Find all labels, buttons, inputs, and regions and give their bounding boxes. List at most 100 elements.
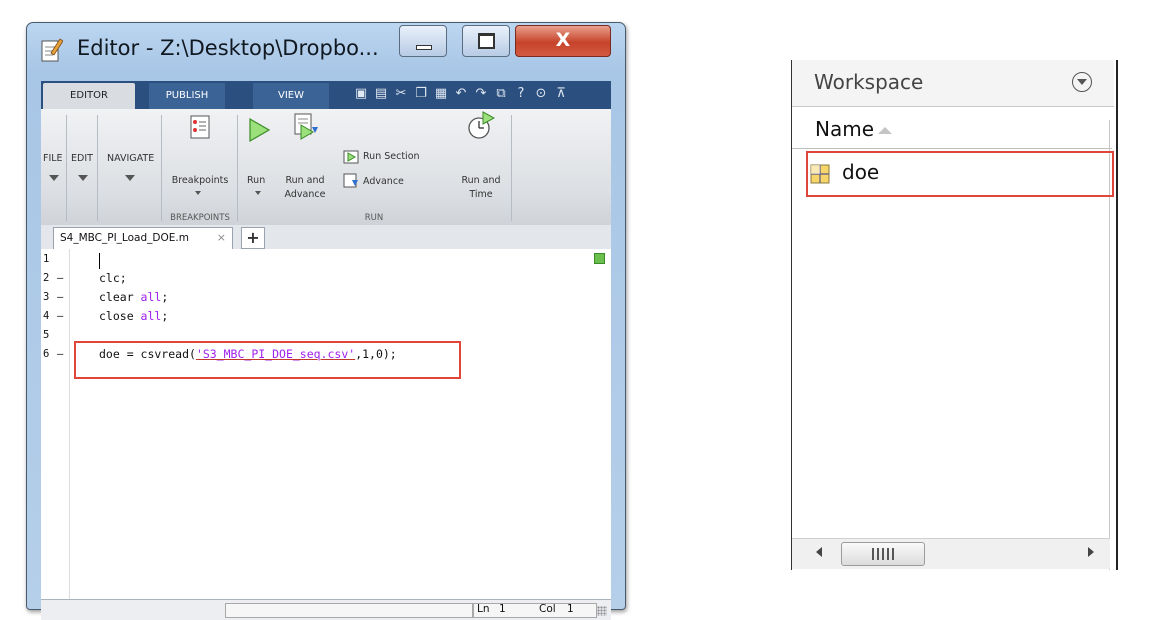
tab-editor[interactable]: EDITOR	[43, 83, 135, 109]
code-text: close	[99, 309, 141, 323]
ribbon-divider	[237, 115, 238, 221]
code-text: ;	[161, 309, 169, 323]
scroll-right-icon[interactable]	[1088, 547, 1094, 557]
file-menu-label[interactable]: FILE	[43, 153, 63, 164]
run-section-button[interactable]: Run Section	[363, 151, 420, 162]
code-text: clc;	[99, 271, 127, 285]
close-tab-icon[interactable]: ×	[217, 231, 226, 244]
run-icon[interactable]	[247, 117, 271, 143]
window-title: Editor - Z:\Desktop\Dropbo...	[77, 36, 379, 60]
header-divider	[792, 148, 1112, 149]
search-docs-icon[interactable]: ⊙	[533, 86, 549, 102]
file-tab-name: S4_MBC_PI_Load_DOE.m	[60, 232, 189, 244]
line-number-gutter: 1 2 – 3 – 4 – 5 6 –	[41, 249, 70, 599]
workspace-panel: Workspace Name doe	[791, 60, 1118, 570]
code-line-2[interactable]: clc;	[99, 271, 127, 285]
run-and-time-icon[interactable]	[467, 111, 495, 141]
new-tab-button[interactable]: +	[241, 227, 265, 249]
chevron-down-icon	[1077, 79, 1087, 85]
tab-publish[interactable]: PUBLISH	[149, 83, 225, 109]
copy-icon[interactable]: ❐	[413, 86, 429, 102]
line-number: 5	[43, 329, 50, 341]
code-line-4[interactable]: close all;	[99, 309, 168, 323]
edit-menu-label[interactable]: EDIT	[71, 153, 93, 164]
horizontal-scrollbar[interactable]	[792, 538, 1110, 569]
cursor-position-field	[473, 603, 597, 618]
file-tab[interactable]: S4_MBC_PI_Load_DOE.m ×	[53, 227, 233, 250]
line-number: 6	[43, 348, 50, 360]
cut-icon[interactable]: ✂	[393, 86, 409, 102]
ribbon-divider	[97, 115, 98, 221]
line-number: 3	[43, 291, 50, 303]
maximize-button[interactable]	[462, 25, 510, 57]
code-text: ;	[161, 290, 169, 304]
text-cursor	[99, 253, 100, 269]
scrollbar-thumb[interactable]	[841, 542, 925, 566]
status-message-field	[225, 603, 473, 618]
run-and-time-line2[interactable]: Time	[459, 189, 503, 200]
scroll-left-icon[interactable]	[816, 547, 822, 557]
sort-ascending-icon	[878, 127, 892, 134]
collapse-toolstrip-icon[interactable]: ⊼	[553, 86, 569, 102]
run-section-icon[interactable]	[343, 149, 359, 165]
line-number: 4	[43, 310, 50, 322]
ribbon-divider	[66, 115, 67, 221]
editor-app-icon	[41, 38, 63, 62]
minimize-button[interactable]	[399, 25, 447, 57]
breakpoint-dash[interactable]: –	[57, 348, 63, 360]
highlight-box	[74, 341, 461, 379]
minimize-icon	[416, 45, 432, 50]
run-dropdown-icon[interactable]	[255, 191, 261, 195]
line-number: 2	[43, 272, 50, 284]
grip-icon	[872, 548, 894, 560]
column-label: Col	[539, 603, 556, 615]
tab-view[interactable]: VIEW	[253, 83, 329, 109]
name-column-header[interactable]: Name	[792, 116, 1114, 148]
redo-icon[interactable]: ↷	[473, 86, 489, 102]
breakpoints-dropdown-icon[interactable]	[195, 191, 201, 195]
close-icon: X	[555, 29, 571, 51]
resize-grip-icon[interactable]	[597, 606, 607, 616]
advance-button[interactable]: Advance	[363, 176, 404, 187]
help-icon[interactable]: ?	[513, 86, 529, 102]
run-section-caption: RUN	[364, 213, 384, 223]
run-and-advance-line1[interactable]: Run and	[283, 175, 327, 186]
title-bar: Editor - Z:\Desktop\Dropbo... X	[27, 23, 625, 75]
breakpoints-section-caption: BREAKPOINTS	[170, 213, 230, 223]
undo-icon[interactable]: ↶	[453, 86, 469, 102]
breakpoint-dash[interactable]: –	[57, 291, 63, 303]
breakpoints-button[interactable]: Breakpoints	[169, 175, 231, 186]
paste-icon[interactable]: ▦	[433, 86, 449, 102]
switch-windows-icon[interactable]: ⧉	[493, 86, 509, 102]
status-bar: Ln 1 Col 1	[41, 599, 611, 620]
run-and-advance-icon[interactable]	[293, 113, 319, 141]
file-tab-bar: S4_MBC_PI_Load_DOE.m × +	[41, 225, 611, 250]
code-analyzer-status-icon[interactable]	[594, 253, 605, 264]
editor-window: Editor - Z:\Desktop\Dropbo... X EDITOR P…	[26, 22, 626, 620]
workspace-actions-icon[interactable]	[1072, 72, 1092, 92]
line-label: Ln	[477, 603, 490, 615]
breakpoint-dash[interactable]: –	[57, 310, 63, 322]
run-and-time-line1[interactable]: Run and	[459, 175, 503, 186]
breakpoints-icon[interactable]	[189, 115, 211, 139]
navigate-menu-label[interactable]: NAVIGATE	[107, 153, 154, 164]
close-button[interactable]: X	[515, 25, 611, 57]
line-value: 1	[499, 603, 506, 615]
breakpoint-dash[interactable]: –	[57, 272, 63, 284]
code-keyword: all	[140, 290, 162, 304]
ribbon-divider	[161, 115, 162, 221]
toolstrip-tabs: EDITOR PUBLISH VIEW ▣ ▤ ✂ ❐ ▦ ↶ ↷ ⧉ ? ⊙ …	[41, 81, 611, 109]
edit-dropdown-icon[interactable]	[78, 175, 88, 181]
new-script-icon[interactable]: ▣	[353, 86, 369, 102]
ribbon-divider	[511, 115, 512, 221]
advance-icon[interactable]	[343, 173, 359, 189]
column-value: 1	[567, 603, 574, 615]
file-dropdown-icon[interactable]	[49, 175, 59, 181]
run-and-advance-line2[interactable]: Advance	[283, 189, 327, 200]
run-button[interactable]: Run	[247, 175, 265, 186]
navigate-dropdown-icon[interactable]	[125, 175, 135, 181]
line-number: 1	[43, 253, 50, 265]
code-editor[interactable]: 1 2 – 3 – 4 – 5 6 – clc; clear all; clos…	[41, 249, 611, 599]
code-line-3[interactable]: clear all;	[99, 290, 168, 304]
save-icon[interactable]: ▤	[373, 86, 389, 102]
